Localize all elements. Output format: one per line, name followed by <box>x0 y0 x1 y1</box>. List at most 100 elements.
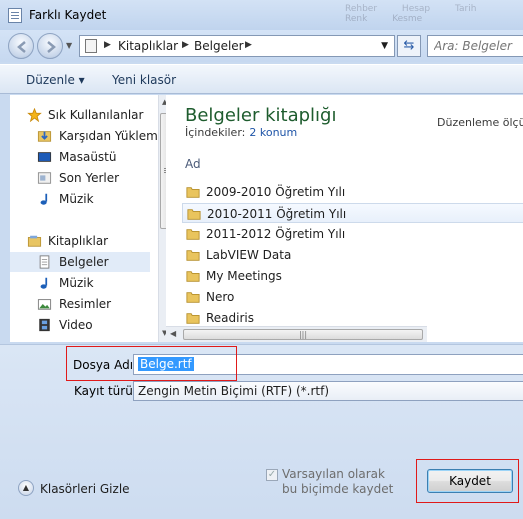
file-name: 2010-2011 Öğretim Yılı <box>207 207 347 221</box>
file-row[interactable]: LabVIEW Data <box>182 245 523 265</box>
nav-item-recent-places[interactable]: Son Yerler <box>10 168 150 188</box>
nav-item-music-fav[interactable]: Müzik <box>10 189 150 209</box>
nav-label: Müzik <box>59 276 94 290</box>
title-bar: Farklı Kaydet Rehber Hesap Tarih Renk Ke… <box>0 0 523 30</box>
document-icon <box>8 8 22 23</box>
breadcrumb-documents[interactable]: Belgeler <box>194 39 244 53</box>
nav-label: Sık Kullanılanlar <box>48 108 144 122</box>
files-horizontal-scrollbar[interactable]: ◀ ||| <box>166 326 427 342</box>
nav-label: Masaüstü <box>59 150 117 164</box>
nav-item-pictures[interactable]: Resimler <box>10 294 150 314</box>
includes-locations-link[interactable]: 2 konum <box>249 126 297 139</box>
file-row-selected[interactable]: 2010-2011 Öğretim Yılı <box>182 203 523 223</box>
arrange-by-label[interactable]: Düzenleme ölçü <box>437 116 523 129</box>
nav-label: Resimler <box>59 297 112 311</box>
nav-item-desktop[interactable]: Masaüstü <box>10 147 150 167</box>
filetype-label: Kayıt türü: <box>74 384 137 398</box>
file-name: LabVIEW Data <box>206 248 292 262</box>
highlight-box-filename <box>66 346 237 381</box>
nav-label: Video <box>59 318 93 332</box>
scroll-left-icon[interactable]: ◀ <box>170 329 176 338</box>
arrow-right-icon <box>47 41 56 53</box>
file-name: 2011-2012 Öğretim Yılı <box>206 227 346 241</box>
highlight-box-save <box>416 459 519 503</box>
folder-icon <box>186 292 200 303</box>
background-window-buttons: Rehber Hesap Tarih Renk Kesme <box>323 4 523 26</box>
nav-item-documents[interactable]: Belgeler <box>10 252 150 272</box>
folder-icon <box>187 209 201 220</box>
back-button[interactable] <box>8 33 34 59</box>
star-icon <box>27 108 42 122</box>
nav-label: Kitaplıklar <box>48 234 109 248</box>
address-bar[interactable]: ▶ Kitaplıklar ▶ Belgeler ▶ ▼ <box>79 35 395 57</box>
nav-item-downloads[interactable]: Karşıdan Yüklem <box>10 126 158 146</box>
file-name: 2009-2010 Öğretim Yılı <box>206 185 346 199</box>
default-format-checkbox[interactable]: ✓ <box>266 469 278 481</box>
navigation-bar: ▼ ▶ Kitaplıklar ▶ Belgeler ▶ ▼ ⇆ <box>0 30 523 62</box>
documents-icon <box>39 255 50 269</box>
default-format-label: Varsayılan olarak bu biçimde kaydet <box>282 467 394 496</box>
desktop-icon <box>37 152 52 162</box>
includes-label: İçindekiler: <box>185 126 246 139</box>
new-folder-button[interactable]: Yeni klasör <box>112 73 176 87</box>
column-header-name[interactable]: Ad <box>185 157 201 171</box>
nav-label: Müzik <box>59 192 94 206</box>
files-scroll-thumb[interactable]: ||| <box>183 329 423 340</box>
filetype-select[interactable]: Zengin Metin Biçimi (RTF) (*.rtf) <box>133 381 523 401</box>
save-form: Dosya Adı: Belge.rtf Kayıt türü: Zengin … <box>0 344 523 519</box>
nav-favorites[interactable]: Sık Kullanılanlar <box>10 105 150 125</box>
chevron-right-icon[interactable]: ▶ <box>245 40 252 50</box>
faded-label: Hesap <box>401 4 431 14</box>
faded-label: Kesme <box>392 14 423 24</box>
download-folder-icon <box>37 131 52 142</box>
file-row[interactable]: 2009-2010 Öğretim Yılı <box>182 182 523 202</box>
recent-pages-chevron-icon[interactable]: ▼ <box>66 41 72 50</box>
nav-label: Belgeler <box>59 255 109 269</box>
chevron-right-icon[interactable]: ▶ <box>104 40 111 50</box>
navigation-pane: Sık Kullanılanlar Karşıdan Yüklem Masaüs… <box>10 95 173 342</box>
library-icon <box>85 39 97 53</box>
faded-label: Renk <box>345 14 368 24</box>
chevron-up-icon: ▲ <box>18 480 34 496</box>
hide-folders-label: Klasörleri Gizle <box>40 482 130 496</box>
nav-libraries[interactable]: Kitaplıklar <box>10 231 150 251</box>
nav-item-video[interactable]: Video <box>10 315 150 335</box>
search-input[interactable] <box>434 38 520 54</box>
file-name: Readiris <box>206 311 255 325</box>
folder-icon <box>186 271 200 282</box>
faded-label: Tarih <box>455 4 477 14</box>
file-row[interactable]: My Meetings <box>182 266 523 286</box>
faded-label: Rehber <box>345 4 378 14</box>
file-row[interactable]: 2011-2012 Öğretim Yılı <box>182 224 523 244</box>
refresh-button[interactable]: ⇆ <box>397 35 421 57</box>
pictures-icon <box>37 299 52 310</box>
breadcrumb-libraries[interactable]: Kitaplıklar <box>118 39 178 53</box>
libraries-icon <box>27 235 42 247</box>
library-title: Belgeler kitaplığı <box>185 105 337 126</box>
library-includes: İçindekiler: 2 konum <box>185 126 297 139</box>
nav-label: Son Yerler <box>59 171 120 185</box>
forward-button[interactable] <box>37 33 63 59</box>
library-pane: Belgeler kitaplığı İçindekiler: 2 konum D… <box>166 95 523 342</box>
film-icon <box>39 318 50 332</box>
music-note-icon <box>40 193 48 205</box>
folder-icon <box>186 229 200 240</box>
folder-icon <box>186 250 200 261</box>
command-toolbar: Düzenle ▾ Yeni klasör <box>0 64 523 94</box>
address-dropdown-icon[interactable]: ▼ <box>381 41 388 51</box>
window-title: Farklı Kaydet <box>29 8 107 22</box>
file-name: My Meetings <box>206 269 282 283</box>
arrow-left-icon <box>17 41 26 53</box>
nav-label: Karşıdan Yüklem <box>59 129 158 143</box>
file-name: Nero <box>206 290 235 304</box>
recent-places-icon <box>37 172 52 184</box>
folder-icon <box>186 313 200 324</box>
file-row[interactable]: Readiris <box>182 308 523 328</box>
folder-icon <box>186 187 200 198</box>
organize-button[interactable]: Düzenle ▾ <box>26 73 85 87</box>
nav-item-music[interactable]: Müzik <box>10 273 150 293</box>
music-note-icon <box>40 277 48 289</box>
file-row[interactable]: Nero <box>182 287 523 307</box>
search-box[interactable] <box>427 35 523 57</box>
chevron-right-icon[interactable]: ▶ <box>182 40 189 50</box>
